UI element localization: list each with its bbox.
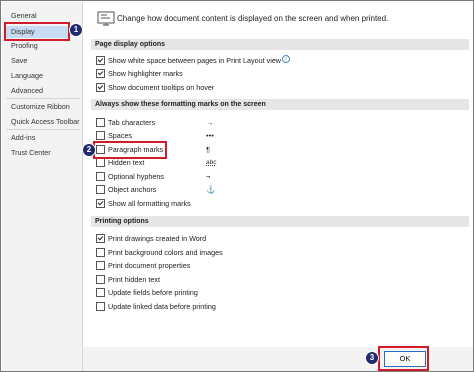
sidebar-item-advanced[interactable]: Advanced xyxy=(11,85,43,97)
option-label: Print hidden text xyxy=(108,275,160,284)
option-label: Optional hyphens xyxy=(108,172,164,181)
checkbox[interactable] xyxy=(96,69,105,78)
sidebar-item-add-ins[interactable]: Add-ins xyxy=(11,132,35,144)
option-label: Show highlighter marks xyxy=(108,69,183,78)
checkbox[interactable] xyxy=(96,288,105,297)
section-printing-options: Printing options xyxy=(91,216,469,227)
checkbox[interactable] xyxy=(96,261,105,270)
checkbox[interactable] xyxy=(96,172,105,181)
checkbox[interactable] xyxy=(96,56,105,65)
optional-hyphen-symbol: ¬ xyxy=(206,172,211,181)
sidebar-item-language[interactable]: Language xyxy=(11,70,43,82)
option-label: Show all formatting marks xyxy=(108,199,191,208)
callout-badge-3: 3 xyxy=(365,351,379,365)
sidebar-item-quick-access-toolbar[interactable]: Quick Access Toolbar xyxy=(11,116,80,128)
display-monitor-icon xyxy=(97,10,115,28)
checkbox[interactable] xyxy=(96,131,105,140)
checkbox[interactable] xyxy=(96,83,105,92)
option-label: Object anchors xyxy=(108,185,157,194)
callout-highlight-display xyxy=(4,22,70,41)
info-icon: i xyxy=(282,55,291,63)
hidden-text-symbol: abc xyxy=(206,159,217,166)
option-label: Tab characters xyxy=(108,118,156,127)
checkbox[interactable] xyxy=(96,234,105,243)
sidebar-item-trust-center[interactable]: Trust Center xyxy=(11,147,51,159)
checkbox[interactable] xyxy=(96,199,105,208)
pilcrow-symbol: ¶ xyxy=(206,145,211,154)
anchor-icon: ⚓ xyxy=(206,185,216,194)
callout-highlight-ok xyxy=(378,346,429,371)
tab-arrow-symbol: → xyxy=(206,118,214,127)
section-formatting-marks: Always show these formatting marks on th… xyxy=(91,99,469,110)
sidebar-item-customize-ribbon[interactable]: Customize Ribbon xyxy=(11,101,70,113)
display-settings-panel: Change how document content is displayed… xyxy=(83,2,473,371)
checkbox[interactable] xyxy=(96,158,105,167)
callout-highlight-paragraph-marks xyxy=(93,141,167,159)
checkbox[interactable] xyxy=(96,275,105,284)
sidebar-item-general[interactable]: General xyxy=(11,10,37,22)
option-label: Print drawings created in Word xyxy=(108,234,207,243)
section-page-display-options: Page display options xyxy=(91,39,469,50)
option-label: Update fields before printing xyxy=(108,288,198,297)
option-label: Print document properties xyxy=(108,261,191,270)
option-label: Print background colors and images xyxy=(108,248,223,257)
option-label: Show white space between pages in Print … xyxy=(108,56,282,65)
checkbox[interactable] xyxy=(96,302,105,311)
checkbox[interactable] xyxy=(96,185,105,194)
callout-badge-2: 2 xyxy=(82,143,96,157)
options-sidebar: General Display Proofing Save Language A… xyxy=(2,2,83,371)
page-description: Change how document content is displayed… xyxy=(117,14,389,23)
option-label: Spaces xyxy=(108,131,132,140)
sidebar-divider xyxy=(6,98,80,99)
sidebar-item-save[interactable]: Save xyxy=(11,55,27,67)
space-dots-symbol: ••• xyxy=(206,131,214,140)
checkbox[interactable] xyxy=(96,248,105,257)
option-label: Show document tooltips on hover xyxy=(108,83,215,92)
sidebar-divider xyxy=(6,129,80,130)
word-options-dialog: General Display Proofing Save Language A… xyxy=(0,0,474,372)
checkbox[interactable] xyxy=(96,118,105,127)
option-label: Update linked data before printing xyxy=(108,302,216,311)
callout-badge-1: 1 xyxy=(69,23,83,37)
sidebar-item-proofing[interactable]: Proofing xyxy=(11,40,38,52)
